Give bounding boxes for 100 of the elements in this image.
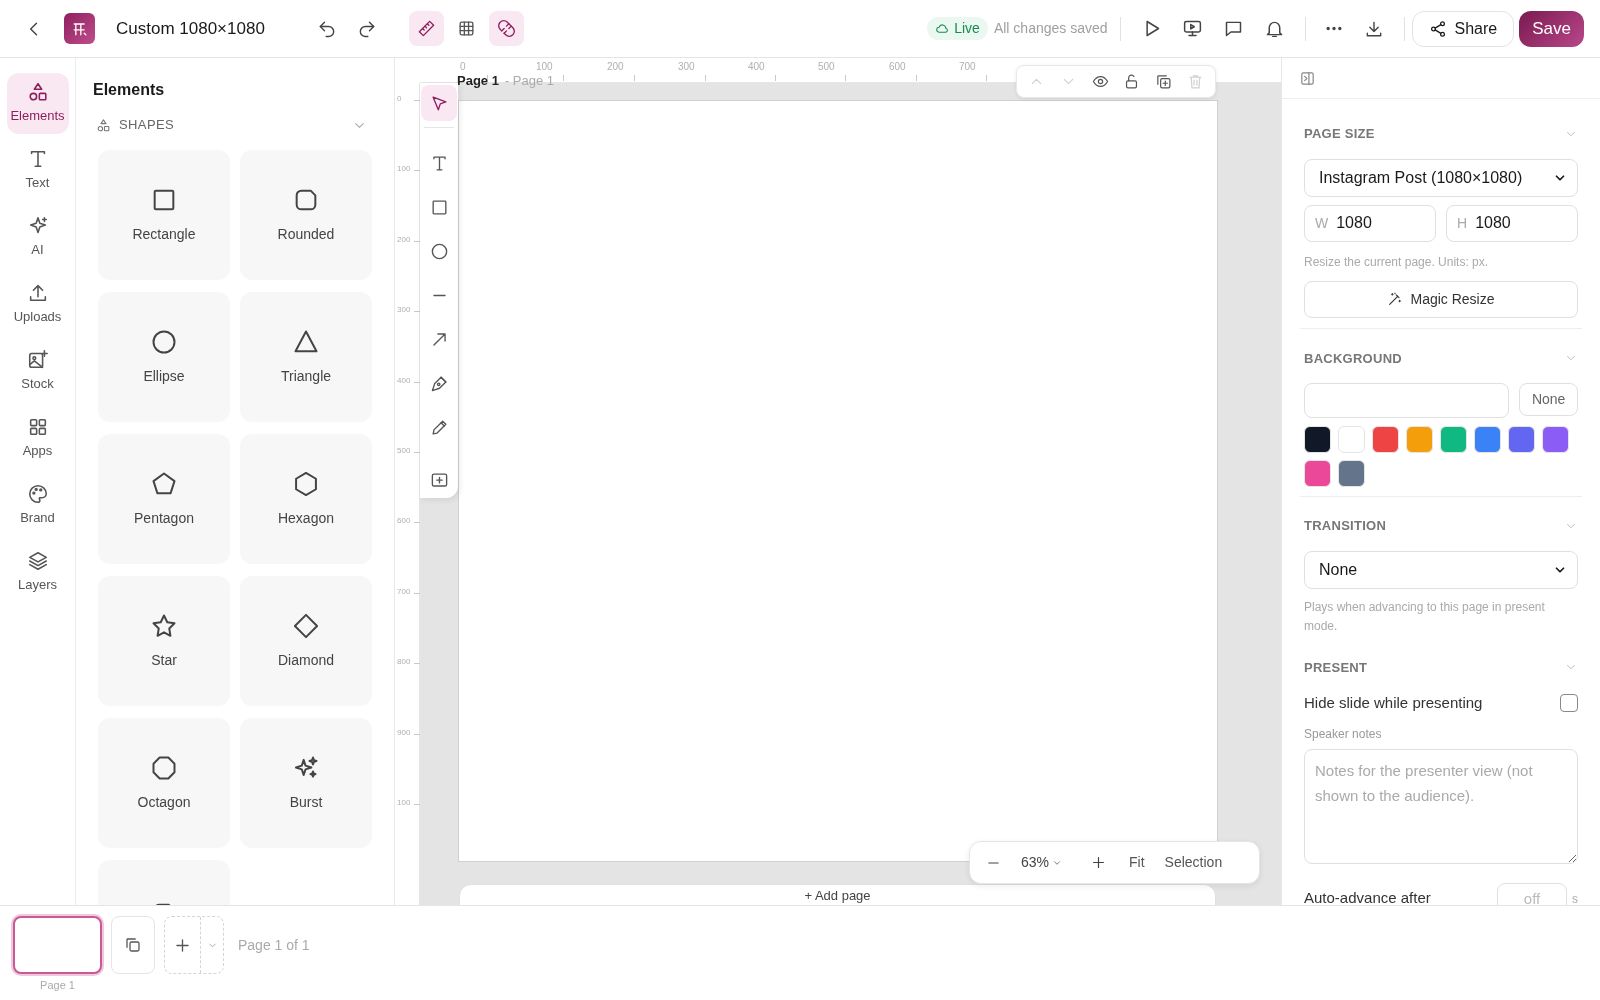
shape-card[interactable]: Rectangle: [98, 150, 230, 280]
sidebar-tab[interactable]: Elements: [6, 73, 69, 134]
share-button[interactable]: Share: [1411, 10, 1515, 47]
shape-card[interactable]: Ellipse: [98, 292, 230, 422]
ruler-label: 500: [818, 60, 835, 74]
color-swatch[interactable]: [1338, 460, 1365, 487]
magic-wand-icon: [1387, 291, 1404, 307]
ruler-label: 600: [397, 515, 411, 527]
panel-icon: [1299, 69, 1316, 87]
unit-label: s: [1572, 890, 1578, 905]
sidebar-tab[interactable]: Stock: [6, 341, 69, 402]
select-tool[interactable]: [421, 85, 457, 121]
ruler-label: 500: [397, 445, 411, 457]
speaker-notes-field[interactable]: Notes for the presenter view (not shown to the audience).: [1304, 748, 1578, 864]
shape-card[interactable]: Star: [98, 576, 230, 706]
sidebar-tab[interactable]: Text: [6, 140, 69, 201]
width-field[interactable]: W 1080: [1304, 204, 1436, 242]
ruler-label: 100: [397, 163, 411, 175]
hint-text: Plays when advancing to this page in present mode.: [1304, 598, 1546, 635]
share-icon: [1428, 19, 1447, 38]
zoom-dropdown[interactable]: 63%: [1021, 852, 1063, 873]
shape-card[interactable]: Hexagon: [240, 434, 372, 564]
ruler-label: 700: [397, 586, 411, 598]
sidebar-tab[interactable]: Brand: [6, 475, 69, 536]
color-swatch[interactable]: [1440, 426, 1467, 453]
color-input-field[interactable]: [1304, 383, 1510, 418]
ruler-label: 200: [607, 60, 624, 74]
more-icon: [1323, 26, 1344, 31]
ruler-label: 200: [397, 234, 411, 246]
add-page-button[interactable]: + Add page: [459, 884, 1216, 905]
duplicate-page-button[interactable]: [111, 916, 155, 974]
hide-slide-checkbox[interactable]: [1560, 694, 1578, 713]
sidebar-tab[interactable]: AI: [6, 207, 69, 268]
ruler-toggle[interactable]: [408, 11, 444, 46]
select-dropdown[interactable]: None: [1304, 550, 1578, 589]
hexagon-icon: [292, 469, 320, 498]
color-swatch[interactable]: [1304, 426, 1331, 453]
shape-card[interactable]: Burst: [240, 718, 372, 848]
color-swatch[interactable]: [1542, 426, 1569, 453]
section-title: TRANSITION: [1304, 517, 1387, 535]
auto-advance-field[interactable]: off: [1497, 882, 1567, 905]
duplicate-icon: [1154, 73, 1172, 90]
ruler-label: 900: [397, 727, 411, 739]
section-label: SHAPES: [119, 116, 175, 135]
sidebar-tab[interactable]: Layers: [6, 542, 69, 603]
magic-resize-button[interactable]: Magic Resize: [1304, 280, 1578, 318]
ruler-label: 100: [536, 60, 553, 74]
ruler-label: 300: [397, 304, 411, 316]
shape-card[interactable]: Triangle: [240, 292, 372, 422]
document-title[interactable]: Custom 1080×1080: [116, 15, 265, 42]
sidebar-tab[interactable]: Uploads: [6, 274, 69, 335]
ruler-label: 0: [397, 93, 402, 105]
color-swatch[interactable]: [1508, 426, 1535, 453]
page-count: Page 1 of 1: [238, 936, 310, 955]
ruler-label: 600: [889, 60, 906, 74]
panel-title: Elements: [93, 80, 166, 100]
select-dropdown[interactable]: Instagram Post (1080×1080): [1304, 158, 1578, 197]
field-label: Speaker notes: [1304, 725, 1383, 743]
section-title: BACKGROUND: [1304, 349, 1402, 368]
shape-card[interactable]: Diamond: [240, 576, 372, 706]
circle-icon: [429, 241, 449, 261]
grid-icon: [456, 19, 476, 38]
page-label: Page 1: [457, 72, 499, 90]
color-swatch[interactable]: [1304, 460, 1331, 487]
checkbox-label: Hide slide while presenting: [1304, 693, 1483, 713]
hint-text: Resize the current page. Units: px.: [1304, 253, 1490, 271]
eye-icon: [1091, 73, 1109, 90]
presentation-icon: [1182, 18, 1204, 39]
color-swatch[interactable]: [1372, 426, 1399, 453]
sidebar-tab[interactable]: Apps: [6, 408, 69, 469]
cloud-icon: [935, 21, 951, 36]
page-name: - Page 1: [504, 72, 555, 90]
color-swatch[interactable]: [1406, 426, 1433, 453]
ruler-label: 700: [959, 60, 976, 74]
color-swatch[interactable]: [1474, 426, 1501, 453]
live-badge: Live: [927, 17, 988, 40]
trash-icon: [1186, 73, 1204, 90]
none-button[interactable]: None: [1519, 383, 1578, 416]
fit-button[interactable]: Fit: [1129, 852, 1145, 873]
ruler-label: 400: [397, 375, 411, 387]
shapes-icon: [96, 117, 111, 133]
color-swatch[interactable]: [1338, 426, 1365, 453]
snap-toggle[interactable]: [488, 11, 524, 46]
shape-card[interactable]: Pentagon: [98, 434, 230, 564]
page-thumbnail[interactable]: [13, 916, 102, 974]
zoom-selection-button[interactable]: Selection: [1164, 852, 1223, 873]
ruler-label: 800: [397, 656, 411, 668]
save-button[interactable]: Save: [1519, 10, 1584, 47]
palette-icon: [26, 483, 49, 506]
ruler-label: 300: [678, 60, 695, 74]
diamond-icon: [292, 611, 320, 640]
copy-icon: [124, 936, 142, 954]
collapse-panel-button[interactable]: [1299, 69, 1316, 87]
ruler-icon: [416, 19, 436, 38]
shape-card[interactable]: Octagon: [98, 718, 230, 848]
shape-card[interactable]: Rounded: [240, 150, 372, 280]
magnet-icon: [496, 19, 516, 38]
save-status: All changes saved: [993, 19, 1108, 38]
ruler-label: 400: [748, 60, 765, 74]
height-field[interactable]: H 1080: [1446, 204, 1578, 242]
